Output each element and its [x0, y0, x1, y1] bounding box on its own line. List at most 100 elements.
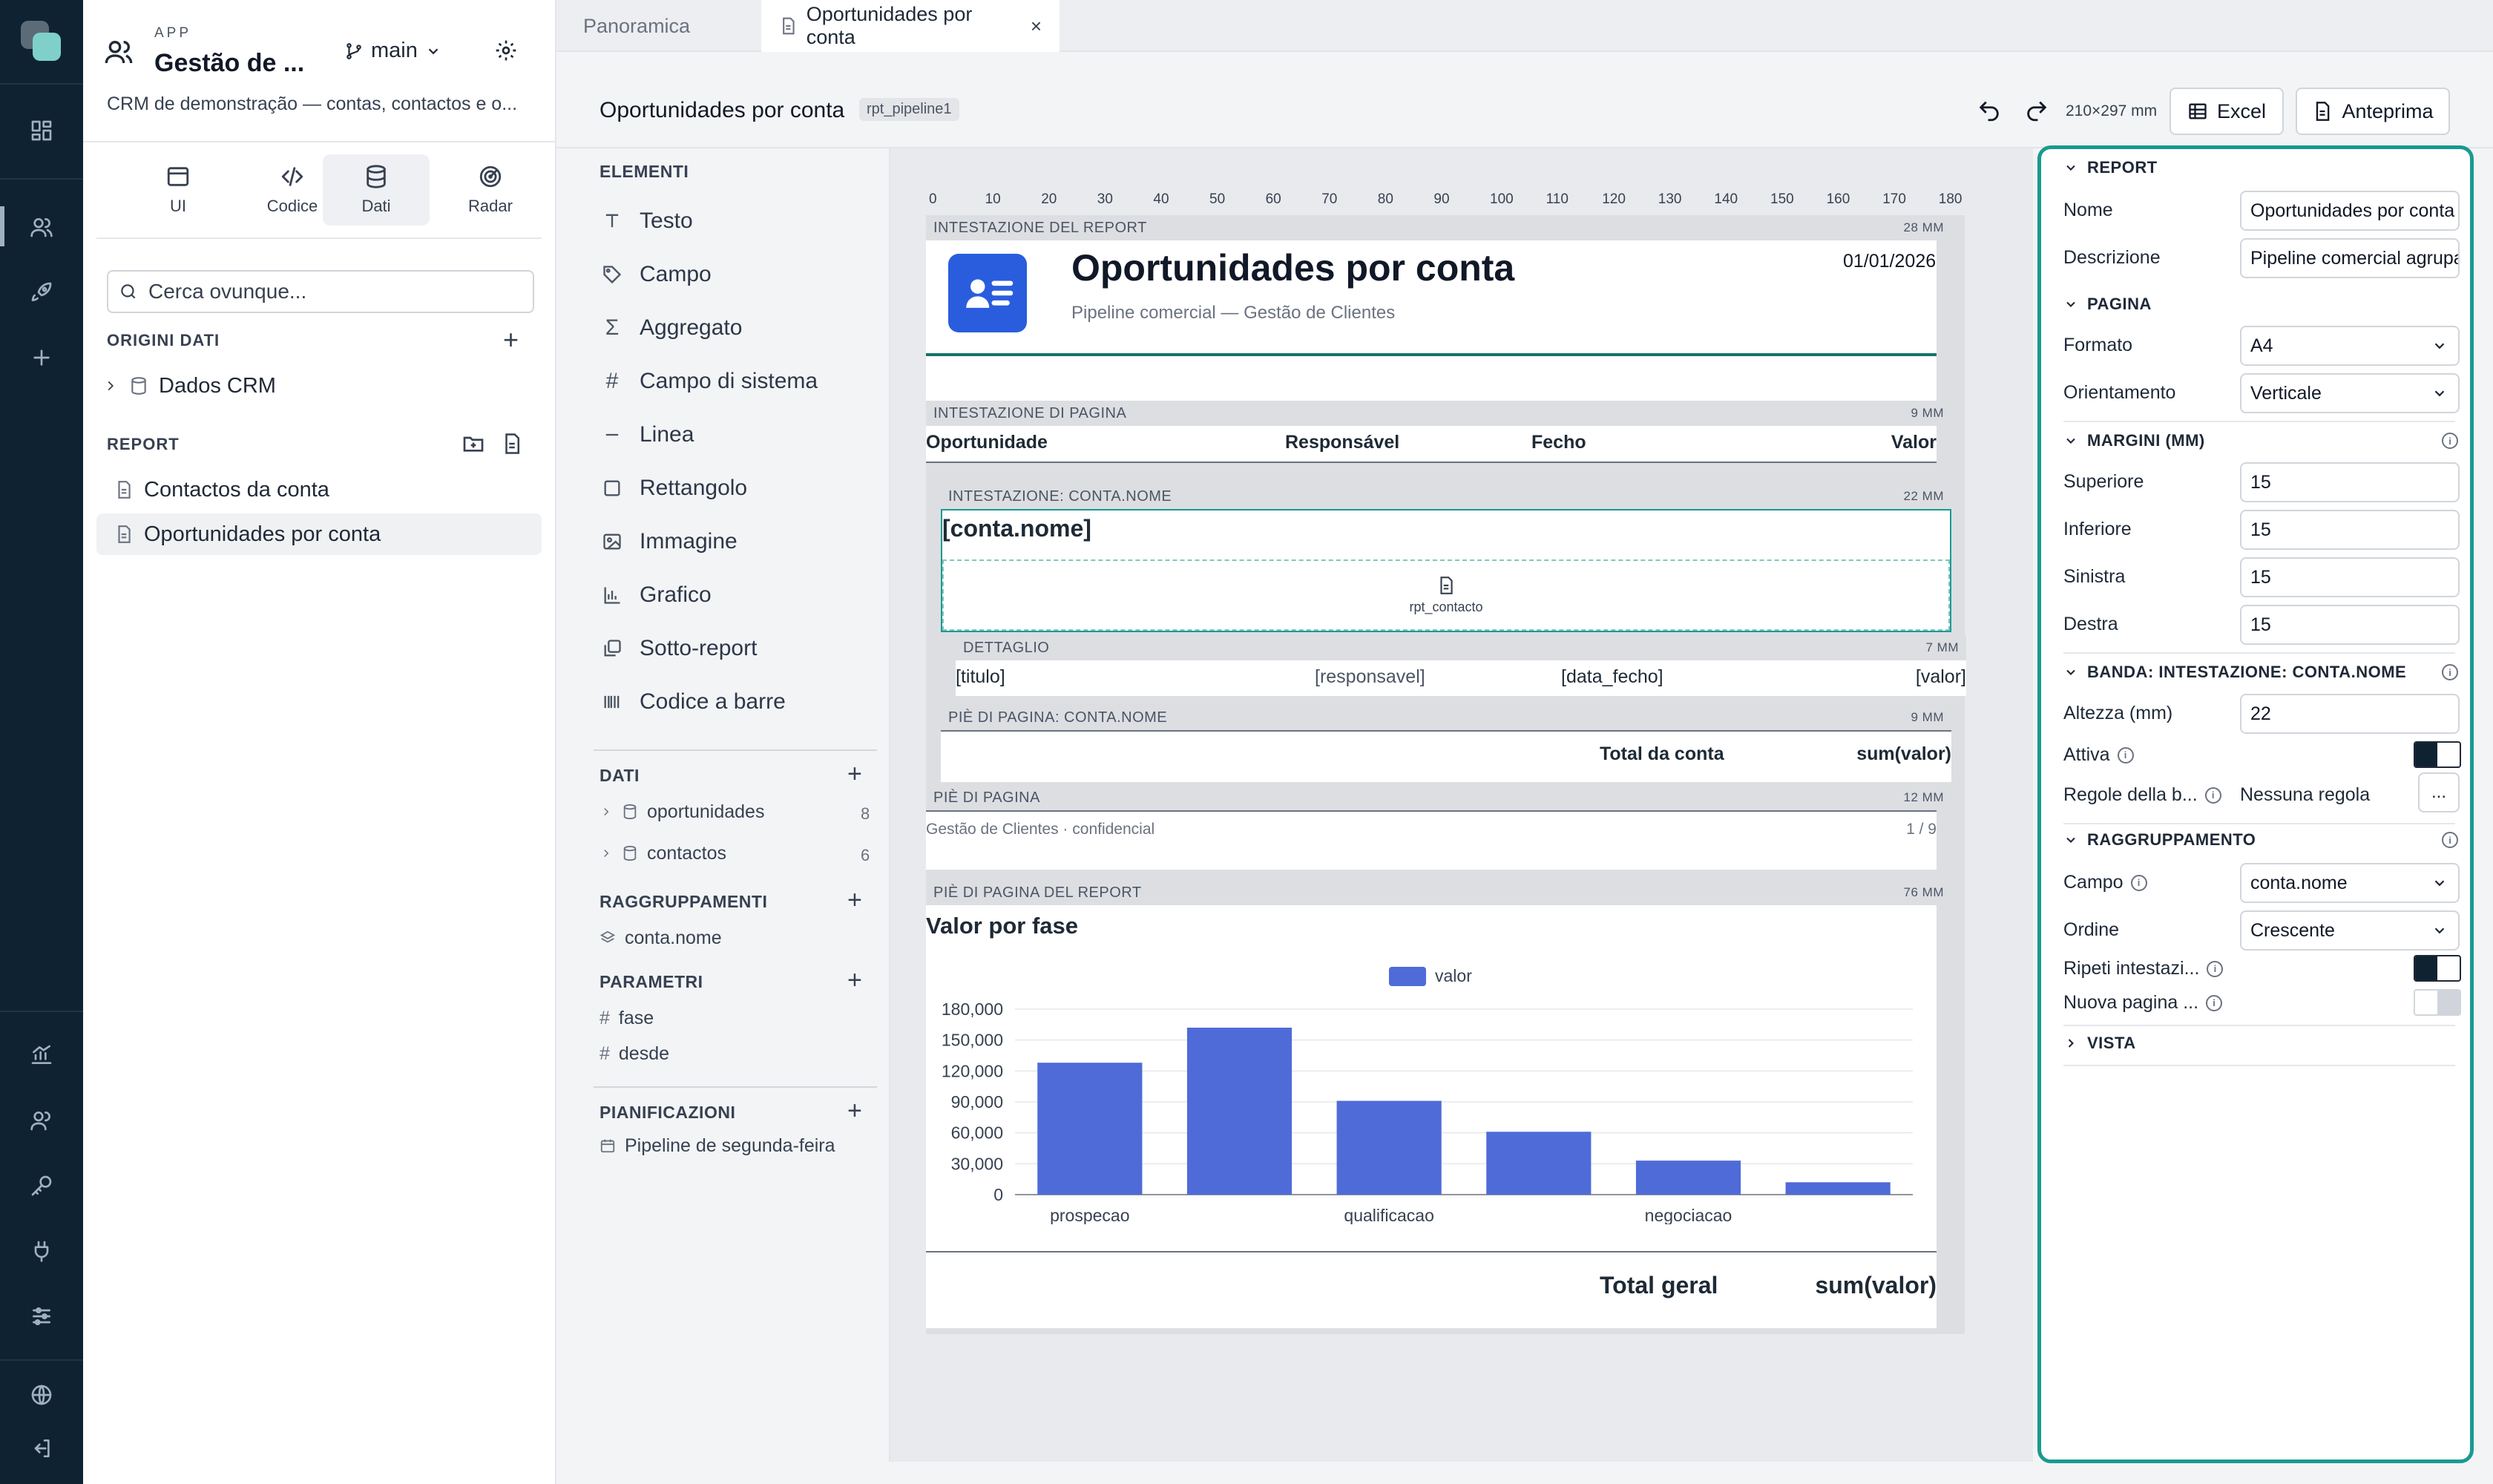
detail-area[interactable]: [titulo] [responsavel] [data_fecho] [val…: [956, 660, 1966, 696]
report-title-text[interactable]: Oportunidades por conta: [1071, 246, 1514, 289]
app-logo-icon[interactable]: [21, 21, 62, 62]
column-header[interactable]: Oportunidade: [926, 432, 1048, 453]
detail-field[interactable]: [valor]: [1916, 666, 1966, 688]
new-report-icon[interactable]: [501, 432, 523, 456]
footer-text[interactable]: Gestão de Clientes · confidencial: [926, 821, 1154, 838]
element-campo-di-sistema[interactable]: # Campo di sistema: [601, 359, 818, 404]
chart-title[interactable]: Valor por fase: [926, 913, 1078, 939]
logout-icon[interactable]: [27, 1434, 56, 1463]
element-aggregato[interactable]: Σ Aggregato: [601, 306, 743, 350]
group-total-label[interactable]: Total da conta: [1600, 743, 1724, 765]
subreport-box[interactable]: rpt_contacto: [942, 559, 1950, 631]
left-margin-input[interactable]: 15: [2240, 557, 2460, 597]
report-date[interactable]: 01/01/2026: [1843, 251, 1936, 272]
rocket-icon[interactable]: [27, 278, 56, 307]
field-select[interactable]: conta.nome: [2240, 863, 2460, 903]
detail-field[interactable]: [responsavel]: [1315, 666, 1425, 688]
report-header-area[interactable]: Oportunidades por conta Pipeline comerci…: [926, 240, 1937, 408]
users-icon[interactable]: [27, 212, 56, 242]
group-header-area[interactable]: [conta.nome] rpt_contacto: [941, 509, 1951, 632]
add-data-button[interactable]: +: [847, 761, 862, 787]
chart-bar[interactable]: [1785, 1182, 1891, 1195]
band-detail[interactable]: DETTAGLIO 7 MM: [956, 635, 1966, 660]
grand-total-label[interactable]: Total geral: [1600, 1272, 1718, 1299]
band-group-footer[interactable]: PIÈ DI PAGINA: CONTA.NOME 9 MM: [941, 705, 1951, 730]
data-item-oportunidades[interactable]: oportunidades: [600, 795, 764, 828]
detail-field[interactable]: [data_fecho]: [1561, 666, 1663, 688]
report-footer-area[interactable]: Valor por fase valor 0 30,000 60,000 90,000…: [926, 905, 1937, 1328]
param-item-fase[interactable]: # fase: [600, 1002, 654, 1034]
report-subtitle[interactable]: Pipeline comercial — Gestão de Clientes: [1071, 303, 1395, 324]
order-select[interactable]: Crescente: [2240, 910, 2460, 951]
info-icon[interactable]: i: [2442, 433, 2458, 449]
group-total-value[interactable]: sum(valor): [1856, 743, 1951, 765]
element-testo[interactable]: Testo: [601, 199, 693, 243]
band-page-footer[interactable]: PIÈ DI PAGINA 12 MM: [926, 785, 1951, 810]
page-footer-area[interactable]: Gestão de Clientes · confidencial 1 / 9: [926, 810, 1937, 870]
info-icon[interactable]: i: [2204, 787, 2221, 804]
dashboard-icon[interactable]: [27, 116, 56, 145]
column-header[interactable]: Fecho: [1531, 432, 1586, 453]
page-header-area[interactable]: Oportunidade Responsável Fecho Valor: [926, 426, 1937, 463]
column-header[interactable]: Responsável: [1285, 432, 1399, 453]
element-rettangolo[interactable]: Rettangolo: [601, 466, 747, 510]
info-icon[interactable]: i: [2207, 960, 2224, 977]
add-data-source-button[interactable]: +: [503, 326, 519, 353]
param-item-desde[interactable]: # desde: [600, 1037, 669, 1070]
element-immagine[interactable]: Immagine: [601, 519, 738, 564]
bar-chart[interactable]: 0 30,000 60,000 90,000 120,000 150,000 180,000…: [926, 994, 1937, 1224]
add-grouping-button[interactable]: +: [847, 887, 862, 913]
report-item-contactos[interactable]: Contactos da conta: [96, 469, 542, 510]
search-input[interactable]: Cerca ovunque...: [148, 280, 306, 303]
plug-icon[interactable]: [27, 1236, 56, 1266]
group-footer-area[interactable]: Total da conta sum(valor): [941, 730, 1951, 782]
search-box[interactable]: Cerca ovunque...: [107, 270, 534, 313]
close-tab-icon[interactable]: ×: [1031, 15, 1042, 38]
info-icon[interactable]: i: [2117, 746, 2134, 764]
key-icon[interactable]: [27, 1171, 56, 1201]
new-page-toggle[interactable]: [2414, 989, 2461, 1016]
data-item-contactos[interactable]: contactos: [600, 837, 726, 870]
analytics-icon[interactable]: [27, 1040, 56, 1070]
section-vista[interactable]: VISTA: [2063, 1034, 2136, 1053]
chart-bar[interactable]: [1486, 1132, 1592, 1195]
height-input[interactable]: 22: [2240, 694, 2460, 734]
report-item-oportunidades[interactable]: Oportunidades por conta: [96, 513, 542, 555]
info-icon[interactable]: i: [2130, 874, 2147, 891]
group-field[interactable]: [conta.nome]: [942, 515, 1091, 542]
repeat-header-toggle[interactable]: [2414, 955, 2461, 982]
chart-bar[interactable]: [1186, 1028, 1293, 1195]
chart-bar[interactable]: [1635, 1160, 1741, 1195]
data-source-item[interactable]: Dados CRM: [96, 365, 542, 407]
settings-gear-icon[interactable]: [494, 39, 518, 62]
band-report-footer[interactable]: PIÈ DI PAGINA DEL REPORT 76 MM: [926, 880, 1951, 905]
section-band[interactable]: BANDA: INTESTAZIONE: CONTA.NOME: [2063, 663, 2406, 682]
plus-icon[interactable]: [27, 343, 56, 372]
section-margini[interactable]: MARGINI (MM): [2063, 431, 2205, 450]
section-report[interactable]: REPORT: [2063, 158, 2158, 177]
element-linea[interactable]: Linea: [601, 413, 694, 457]
excel-button[interactable]: Excel: [2170, 88, 2284, 135]
new-folder-icon[interactable]: [462, 432, 485, 456]
sliders-icon[interactable]: [27, 1301, 56, 1331]
info-icon[interactable]: i: [2442, 664, 2458, 680]
description-input[interactable]: Pipeline comercial agrupado: [2240, 238, 2460, 278]
element-grafico[interactable]: Grafico: [601, 573, 712, 617]
info-icon[interactable]: i: [2206, 994, 2223, 1011]
tab-oportunidades[interactable]: Oportunidades por conta ×: [761, 0, 1060, 52]
tab-radar[interactable]: Radar: [437, 154, 544, 226]
branch-selector[interactable]: main: [344, 39, 441, 63]
band-group-header[interactable]: INTESTAZIONE: CONTA.NOME 22 MM: [941, 484, 1951, 509]
info-icon[interactable]: i: [2442, 832, 2458, 848]
section-grouping[interactable]: RAGGRUPPAMENTO: [2063, 830, 2256, 850]
orientation-select[interactable]: Verticale: [2240, 373, 2460, 413]
tab-dati[interactable]: Dati: [323, 154, 430, 226]
add-schedule-button[interactable]: +: [847, 1098, 862, 1123]
bottom-margin-input[interactable]: 15: [2240, 510, 2460, 550]
column-header[interactable]: Valor: [1891, 432, 1937, 453]
element-campo[interactable]: Campo: [601, 252, 712, 297]
team-icon[interactable]: [27, 1106, 56, 1135]
element-sotto-report[interactable]: Sotto-report: [601, 626, 757, 671]
grouping-item[interactable]: conta.nome: [600, 922, 722, 954]
chart-bar[interactable]: [1336, 1100, 1442, 1195]
